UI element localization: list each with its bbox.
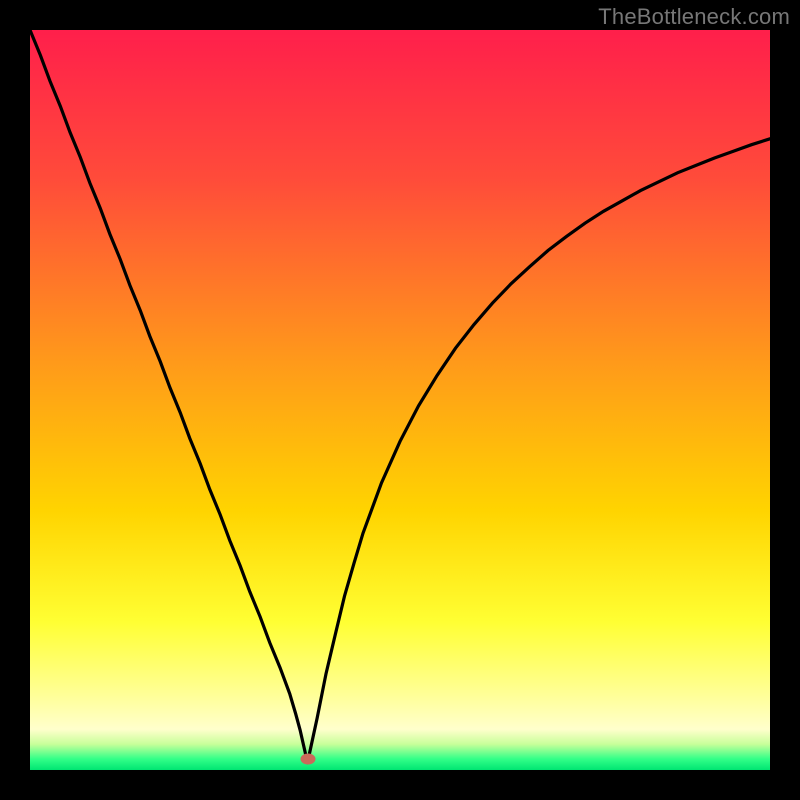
curve-left-branch — [30, 30, 308, 763]
watermark-text: TheBottleneck.com — [598, 4, 790, 30]
outer-frame: TheBottleneck.com — [0, 0, 800, 800]
bottleneck-curve — [30, 30, 770, 770]
plot-area — [30, 30, 770, 770]
minimum-marker-dot — [300, 753, 315, 764]
curve-right-branch — [308, 139, 771, 763]
